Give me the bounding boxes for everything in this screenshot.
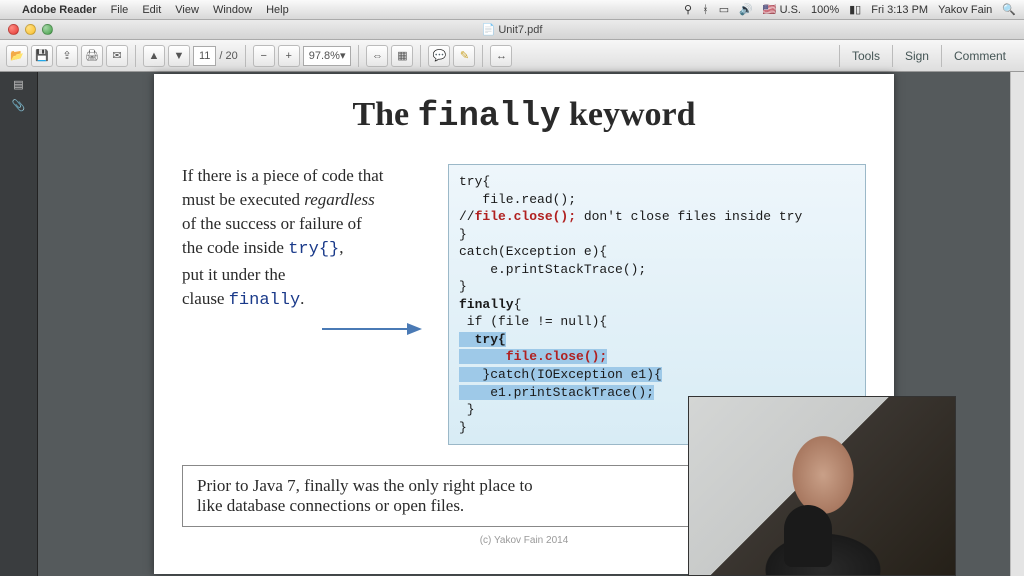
app-name[interactable]: Adobe Reader [22, 4, 97, 16]
print-icon[interactable]: 🖨 [81, 45, 103, 67]
slide-footer-box: Prior to Java 7, finally was the only ri… [182, 465, 692, 527]
minimize-window-button[interactable] [25, 24, 36, 35]
zoom-level-input[interactable]: 97.8% ▾ [303, 46, 352, 66]
separator [358, 45, 359, 67]
fit-width-icon[interactable]: ⇔ [366, 45, 388, 67]
content-area: ▤ 📎 The finally keyword If there is a pi… [0, 72, 1024, 576]
separator [420, 45, 421, 67]
battery-status[interactable]: 100% [811, 4, 839, 16]
menu-view[interactable]: View [175, 4, 199, 16]
close-window-button[interactable] [8, 24, 19, 35]
macos-menubar: Adobe Reader File Edit View Window Help … [0, 0, 1024, 20]
webcam-overlay [688, 396, 956, 576]
toolbar-right-panes: Tools Sign Comment [839, 45, 1018, 67]
window-controls [8, 24, 53, 35]
comment-icon[interactable]: 💬 [428, 45, 450, 67]
navigation-sidebar: ▤ 📎 [0, 72, 38, 576]
highlight-icon[interactable]: ✎ [453, 45, 475, 67]
wifi-icon[interactable]: ⚲ [684, 3, 692, 16]
volume-icon[interactable]: 🔊 [739, 3, 753, 16]
menu-edit[interactable]: Edit [142, 4, 161, 16]
display-icon[interactable]: ▭ [719, 3, 729, 16]
attachments-icon[interactable]: 📎 [12, 99, 26, 112]
battery-icon: ▮▯ [849, 3, 861, 16]
spotlight-icon[interactable]: 🔍 [1002, 3, 1016, 16]
comment-pane-button[interactable]: Comment [941, 45, 1018, 67]
input-flag[interactable]: 🇺🇸 U.S. [763, 3, 801, 16]
window-titlebar: 📄 Unit7.pdf [0, 20, 1024, 40]
page-separator: / [219, 50, 222, 62]
prev-page-icon[interactable]: ▲ [143, 45, 165, 67]
zoom-window-button[interactable] [42, 24, 53, 35]
next-page-icon[interactable]: ▼ [168, 45, 190, 67]
page-number-input[interactable]: 11 [193, 46, 216, 66]
document-title: 📄 Unit7.pdf [482, 23, 543, 36]
save-icon[interactable]: 💾 [31, 45, 53, 67]
mail-icon[interactable]: ✉ [106, 45, 128, 67]
arrow-icon [322, 319, 422, 339]
zoom-in-icon[interactable]: + [278, 45, 300, 67]
clock[interactable]: Fri 3:13 PM [871, 4, 928, 16]
menu-file[interactable]: File [111, 4, 129, 16]
tools-pane-button[interactable]: Tools [839, 45, 892, 67]
zoom-out-icon[interactable]: − [253, 45, 275, 67]
bluetooth-icon[interactable]: ᚼ [702, 4, 709, 16]
reader-toolbar: 📂 💾 ⇪ 🖨 ✉ ▲ ▼ 11 / 20 − + 97.8% ▾ ⇔ ▦ 💬 … [0, 40, 1024, 72]
open-icon[interactable]: 📂 [6, 45, 28, 67]
slide-left-text: If there is a piece of code that must be… [182, 164, 430, 445]
export-icon[interactable]: ⇪ [56, 45, 78, 67]
separator [245, 45, 246, 67]
menu-window[interactable]: Window [213, 4, 252, 16]
separator [482, 45, 483, 67]
document-viewer[interactable]: The finally keyword If there is a piece … [38, 72, 1010, 576]
menu-help[interactable]: Help [266, 4, 289, 16]
thumbnails-icon[interactable]: ▤ [13, 78, 23, 91]
user-name[interactable]: Yakov Fain [938, 4, 992, 16]
sign-pane-button[interactable]: Sign [892, 45, 941, 67]
fit-page-icon[interactable]: ▦ [391, 45, 413, 67]
page-total: 20 [225, 50, 237, 62]
read-mode-icon[interactable]: ↔ [490, 45, 512, 67]
separator [135, 45, 136, 67]
microphone-icon [784, 505, 832, 567]
vertical-scrollbar[interactable] [1010, 72, 1024, 576]
slide-title: The finally keyword [182, 96, 866, 136]
